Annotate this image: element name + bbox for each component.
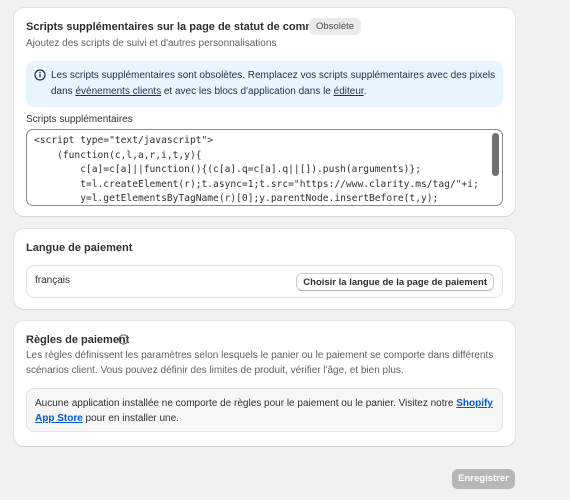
code-line: c[a]=c[a]||function(){(c[a].q=c[a].q||[]… — [34, 164, 421, 175]
info-icon[interactable] — [118, 334, 129, 345]
info-icon — [34, 69, 46, 81]
deprecated-badge: Obsolète — [309, 18, 362, 35]
additional-scripts-label: Scripts supplémentaires — [26, 114, 133, 125]
checkout-language-title: Langue de paiement — [26, 242, 133, 254]
code-line: <script type="text/javascript"> — [34, 135, 214, 146]
checkout-rules-card: Règles de paiement Les règles définissen… — [14, 321, 515, 446]
save-button[interactable]: Enregistrer — [452, 469, 515, 489]
banner-text-middle: et avec les blocs d'application dans le — [161, 86, 334, 97]
editor-link[interactable]: éditeur — [334, 86, 364, 97]
code-content: <script type="text/javascript"> (functio… — [34, 134, 479, 205]
empty-state-message: Aucune application installée ne comporte… — [35, 396, 495, 426]
additional-scripts-subtitle: Ajoutez des scripts de suivi et d'autres… — [26, 38, 277, 49]
code-line: t=l.createElement(r);t.async=1;t.src="ht… — [34, 178, 479, 190]
code-line: y=l.getElementsByTagName(r)[0];y.parentN… — [34, 193, 439, 204]
choose-language-button[interactable]: Choisir la langue de la page de paiement — [296, 273, 494, 291]
customer-events-link[interactable]: événements clients — [75, 86, 161, 97]
empty-text-after: pour en installer une. — [82, 413, 179, 424]
additional-scripts-title: Scripts supplémentaires sur la page de s… — [26, 21, 341, 33]
language-row: français Choisir la langue de la page de… — [26, 265, 503, 298]
checkout-language-card: Langue de paiement français Choisir la l… — [14, 229, 515, 309]
code-line: (function(c,l,a,r,i,t,y){ — [34, 149, 202, 161]
empty-text-before: Aucune application installée ne comporte… — [35, 398, 457, 409]
additional-scripts-card: Scripts supplémentaires sur la page de s… — [14, 8, 515, 216]
textarea-scrollbar[interactable] — [492, 133, 499, 176]
no-rules-empty-state: Aucune application installée ne comporte… — [26, 388, 503, 432]
checkout-rules-description: Les règles définissent les paramètres se… — [26, 350, 494, 376]
deprecation-banner: Les scripts supplémentaires sont obsolèt… — [26, 61, 503, 107]
settings-page: Scripts supplémentaires sur la page de s… — [0, 0, 570, 500]
additional-scripts-textarea[interactable]: <script type="text/javascript"> (functio… — [26, 129, 503, 206]
checkout-rules-title: Règles de paiement — [26, 334, 130, 346]
banner-message: Les scripts supplémentaires sont obsolèt… — [51, 68, 498, 100]
current-language: français — [35, 275, 71, 286]
banner-text-after: . — [363, 86, 367, 97]
